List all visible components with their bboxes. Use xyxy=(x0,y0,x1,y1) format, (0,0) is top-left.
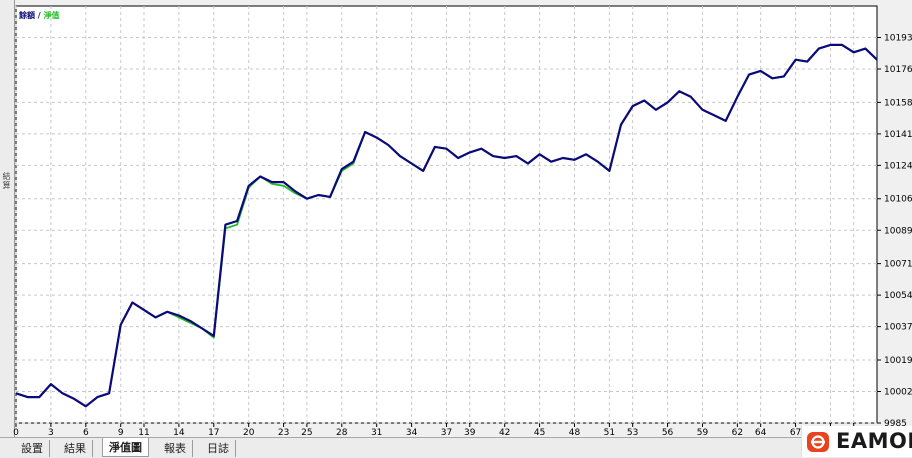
x-tick-label: 53 xyxy=(627,428,638,437)
x-tick-label: 6 xyxy=(83,428,89,437)
legend-separator: / xyxy=(35,11,44,20)
x-tick-label: 37 xyxy=(441,428,452,437)
tab-journal[interactable]: 日誌 xyxy=(201,440,236,457)
x-tick-label: 64 xyxy=(755,428,767,437)
y-tick-label: 10054 xyxy=(884,291,912,301)
x-tick-label: 14 xyxy=(173,428,185,437)
y-tick-label: 10037 xyxy=(884,323,912,333)
y-tick-label: 10106 xyxy=(884,195,912,205)
x-tick-label: 67 xyxy=(790,428,801,437)
tab-report[interactable]: 報表 xyxy=(158,440,193,457)
x-tick-label: 48 xyxy=(569,428,581,437)
legend-equity: 淨值 xyxy=(43,11,60,20)
x-tick-label: 20 xyxy=(243,428,255,437)
x-tick-label: 45 xyxy=(534,428,545,437)
x-tick-label: 31 xyxy=(371,428,382,437)
x-tick-label: 9 xyxy=(118,428,124,437)
x-tick-label: 59 xyxy=(697,428,709,437)
y-tick-label: 10019 xyxy=(884,356,912,366)
x-tick-label: 42 xyxy=(499,428,510,437)
tab-settings[interactable]: 設置 xyxy=(15,440,50,457)
legend-balance: 餘額 xyxy=(19,11,35,20)
y-tick-label: 10158 xyxy=(884,98,912,108)
tab-bar: 設置 結果 淨值圖 報表 日誌 xyxy=(0,437,912,458)
y-tick-label: 10002 xyxy=(884,387,912,397)
x-tick-label: 17 xyxy=(208,428,219,437)
y-tick-label: 10193 xyxy=(884,34,912,44)
brand-watermark: EAMOL xyxy=(801,426,912,457)
x-tick-label: 28 xyxy=(336,428,348,437)
chart-legend: 餘額 / 淨值 xyxy=(19,10,60,21)
x-tick-label: 34 xyxy=(406,428,418,437)
x-tick-label: 3 xyxy=(48,428,54,437)
x-tick-label: 23 xyxy=(278,428,289,437)
brand-name: EAMOL xyxy=(836,429,912,453)
x-tick-label: 11 xyxy=(138,428,149,437)
y-tick-label: 10176 xyxy=(884,65,912,75)
y-tick-label: 10124 xyxy=(884,161,912,171)
y-tick-label: 10141 xyxy=(884,130,912,140)
equity-chart: 0 3 6 9 11 14 17 20 23 25 28 31 34 37 39 42 45 48 51 53 56 59… xyxy=(13,5,912,437)
y-tick-label: 10089 xyxy=(884,226,912,236)
brand-logo-icon xyxy=(807,432,829,452)
y-tick-label: 10071 xyxy=(884,260,912,270)
x-tick-label: 25 xyxy=(301,428,312,437)
x-tick-label: 62 xyxy=(732,428,743,437)
x-tick-label: 56 xyxy=(662,428,674,437)
tab-results[interactable]: 結果 xyxy=(58,440,93,457)
x-tick-label: 0 xyxy=(13,428,19,437)
tab-equity-graph[interactable]: 淨值圖 xyxy=(102,438,149,457)
x-tick-label: 39 xyxy=(464,428,476,437)
x-tick-label: 51 xyxy=(604,428,615,437)
